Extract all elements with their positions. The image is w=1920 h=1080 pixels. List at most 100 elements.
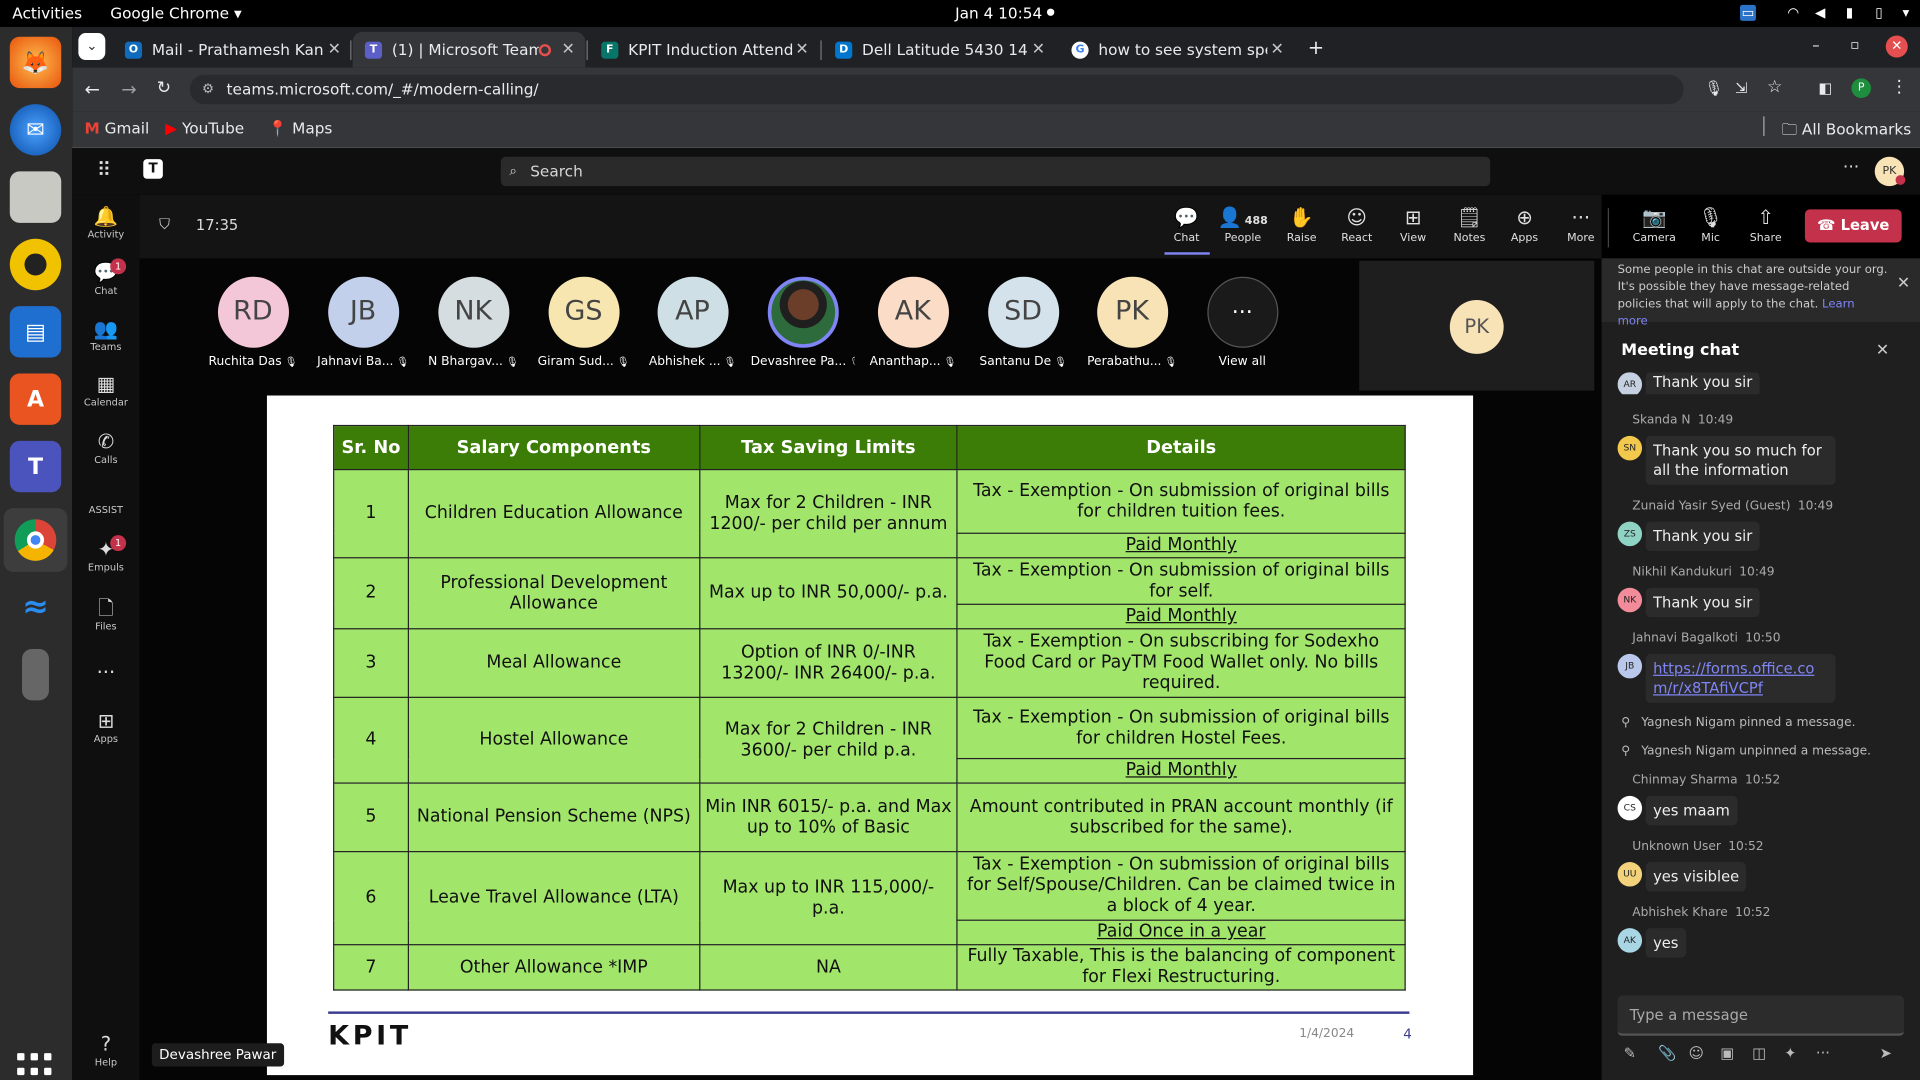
all-bookmarks-button[interactable]: 🗀 All Bookmarks xyxy=(1782,119,1912,145)
maximize-button[interactable]: ▫ xyxy=(1850,37,1859,53)
side-panel-icon[interactable]: ◧ xyxy=(1818,80,1832,97)
app-indicator-icon[interactable]: ▭ xyxy=(1740,4,1756,21)
view-button[interactable]: ⊞ View xyxy=(1386,206,1440,245)
close-tab-icon[interactable]: ✕ xyxy=(792,40,812,58)
wifi-icon[interactable]: ◠ xyxy=(1785,5,1801,21)
rail-item-apps[interactable]: ⊞ Apps xyxy=(72,709,139,758)
close-tab-icon[interactable]: ✕ xyxy=(558,40,578,58)
address-bar[interactable]: ⚙ teams.microsoft.com/_#/modern-calling/ xyxy=(189,74,1684,105)
close-tab-icon[interactable]: ✕ xyxy=(1267,40,1287,58)
power-menu-icon[interactable]: ▾ xyxy=(1898,5,1914,21)
chat-link[interactable]: https://forms.office.com/r/x8TAfiVCPf xyxy=(1645,653,1836,703)
files-icon[interactable] xyxy=(9,171,62,223)
notes-button[interactable]: 🗒 Notes xyxy=(1442,206,1496,245)
rail-item-more[interactable]: ··· xyxy=(72,660,139,709)
new-tab-button[interactable]: + xyxy=(1308,36,1324,59)
close-chat-icon[interactable]: ✕ xyxy=(1876,342,1889,360)
people-button[interactable]: 👤 488 People xyxy=(1216,206,1270,245)
firefox-icon[interactable]: 🦊 xyxy=(9,36,62,89)
bookmark-gmail[interactable]: M Gmail xyxy=(84,119,149,137)
zoom-app-icon[interactable]: ≈ xyxy=(10,582,61,633)
participant-tile[interactable]: GS Giram Sud... 🎙 xyxy=(531,276,635,369)
participant-tile[interactable]: RD Ruchita Das 🎙 xyxy=(201,276,305,369)
message-input[interactable]: Type a message xyxy=(1617,995,1905,1036)
tab-2[interactable]: T (1) | Microsoft Teams ✕ xyxy=(352,31,586,68)
tab-5[interactable]: Ghow to see system specs✕ xyxy=(1059,32,1294,68)
app-launcher-icon[interactable]: ⠿ xyxy=(97,158,111,181)
apps-button[interactable]: ⊕ Apps xyxy=(1498,206,1552,245)
participant-tile[interactable]: PK Perabathu... 🎙 xyxy=(1080,276,1184,369)
software-center-icon[interactable]: A xyxy=(9,373,62,425)
search-input[interactable]: ⌕ Search xyxy=(500,156,1491,187)
participant-tile[interactable]: SD Santanu De 🎙 xyxy=(971,276,1075,369)
settings-more-icon[interactable]: ··· xyxy=(1843,158,1859,178)
rail-item-files[interactable]: 🗋 Files xyxy=(72,596,139,645)
participant-tile[interactable]: AK Ananthap... 🎙 xyxy=(861,276,965,369)
more-button[interactable]: ··· More xyxy=(1554,206,1608,245)
activities-button[interactable]: Activities xyxy=(12,4,82,22)
gif-icon[interactable]: ▣ xyxy=(1720,1044,1734,1061)
rail-item-calendar[interactable]: ▦ Calendar xyxy=(72,372,139,421)
participant-tile[interactable]: JB Jahnavi Ba... 🎙 xyxy=(311,276,415,369)
rail-item-chat[interactable]: 💬 Chat 1 xyxy=(72,258,139,310)
tab-search-button[interactable]: ⌄ xyxy=(78,33,106,61)
chat-button[interactable]: 💬 Chat xyxy=(1160,206,1214,245)
tab-1[interactable]: O Mail - Prathamesh Kanga ✕ xyxy=(113,32,352,68)
clock[interactable]: Jan 4 10:54 xyxy=(955,4,1042,22)
tab-3[interactable]: F KPIT Induction Attendan✕ xyxy=(589,32,819,68)
send-icon[interactable]: ➤ xyxy=(1880,1044,1892,1061)
volume-icon[interactable]: ◀ xyxy=(1812,5,1828,21)
reload-button[interactable]: ↻ xyxy=(157,78,171,98)
minimize-button[interactable]: – xyxy=(1812,37,1819,54)
bookmark-maps[interactable]: 📍 Maps xyxy=(268,119,332,139)
storage-icon[interactable] xyxy=(22,648,49,701)
close-tab-icon[interactable]: ✕ xyxy=(324,40,344,58)
self-video-tile[interactable]: PK xyxy=(1359,260,1595,391)
thunderbird-icon[interactable]: ✉ xyxy=(9,104,62,156)
shield-icon[interactable]: ⛉ xyxy=(159,216,170,234)
app-menu[interactable]: Google Chrome ▾ xyxy=(110,4,241,22)
rail-item-help[interactable]: ? Help xyxy=(72,1032,139,1080)
participant-tile[interactable]: AP Abhishek ... 🎙 xyxy=(640,276,744,369)
rail-item-empuls[interactable]: ✦ Empuls 1 xyxy=(72,535,139,587)
raise-button[interactable]: ✋ Raise xyxy=(1275,206,1329,245)
bookmark-star-icon[interactable]: ☆ xyxy=(1767,77,1782,97)
attach-icon[interactable]: 📎 xyxy=(1658,1044,1676,1061)
site-info-icon[interactable]: ⚙ xyxy=(202,75,214,104)
participant-tile[interactable]: Devashree Pa... 🎙 xyxy=(751,276,855,369)
camera-button[interactable]: 📷 Camera xyxy=(1627,206,1681,245)
install-app-icon[interactable]: ⇲ xyxy=(1735,80,1747,97)
back-button[interactable]: ← xyxy=(84,78,99,100)
rail-item-calls[interactable]: ✆ Calls xyxy=(72,430,139,479)
chrome-menu-icon[interactable]: ⋮ xyxy=(1891,77,1908,97)
close-window-button[interactable]: ✕ xyxy=(1885,35,1908,58)
teams-app-icon[interactable]: T xyxy=(9,440,62,493)
loop-icon[interactable]: ✦ xyxy=(1784,1044,1796,1061)
rail-item-teams[interactable]: 👥 Teams xyxy=(72,317,139,366)
mic-search-icon[interactable]: 🎙 xyxy=(1705,80,1724,97)
react-button[interactable]: ☺ React xyxy=(1330,206,1384,245)
chrome-icon[interactable] xyxy=(3,508,68,572)
sticker-icon[interactable]: ◫ xyxy=(1752,1044,1766,1061)
tab-4[interactable]: D Dell Latitude 5430 14 Inc✕ xyxy=(823,32,1056,68)
rail-item-activity[interactable]: 🔔 Activity xyxy=(72,204,139,253)
leave-button[interactable]: ☎ Leave xyxy=(1804,209,1902,243)
show-apps-icon[interactable] xyxy=(17,1053,54,1080)
close-tab-icon[interactable]: ✕ xyxy=(1029,40,1049,58)
emoji-icon[interactable]: ☺ xyxy=(1689,1044,1704,1061)
mic-button[interactable]: 🎙 Mic xyxy=(1684,206,1738,245)
bookmark-youtube[interactable]: ▶ YouTube xyxy=(165,119,244,137)
more-options-icon[interactable]: ··· xyxy=(1816,1044,1830,1061)
writer-icon[interactable]: ▤ xyxy=(9,306,62,358)
rhythmbox-icon[interactable] xyxy=(9,238,62,291)
share-button[interactable]: ⇧ Share xyxy=(1739,206,1793,245)
format-icon[interactable]: ✎ xyxy=(1624,1044,1636,1061)
mic-icon[interactable]: ▮ xyxy=(1842,5,1858,21)
forward-button[interactable]: → xyxy=(121,78,136,100)
close-banner-icon[interactable]: ✕ xyxy=(1897,275,1910,293)
battery-icon[interactable]: ▯ xyxy=(1871,5,1887,21)
participant-name-text: Ananthap... xyxy=(869,355,941,369)
participant-tile[interactable]: NK N Bhargav... 🎙 xyxy=(421,276,525,369)
view-all-button[interactable]: ··· View all xyxy=(1190,276,1294,369)
profile-avatar[interactable]: P xyxy=(1851,78,1872,98)
